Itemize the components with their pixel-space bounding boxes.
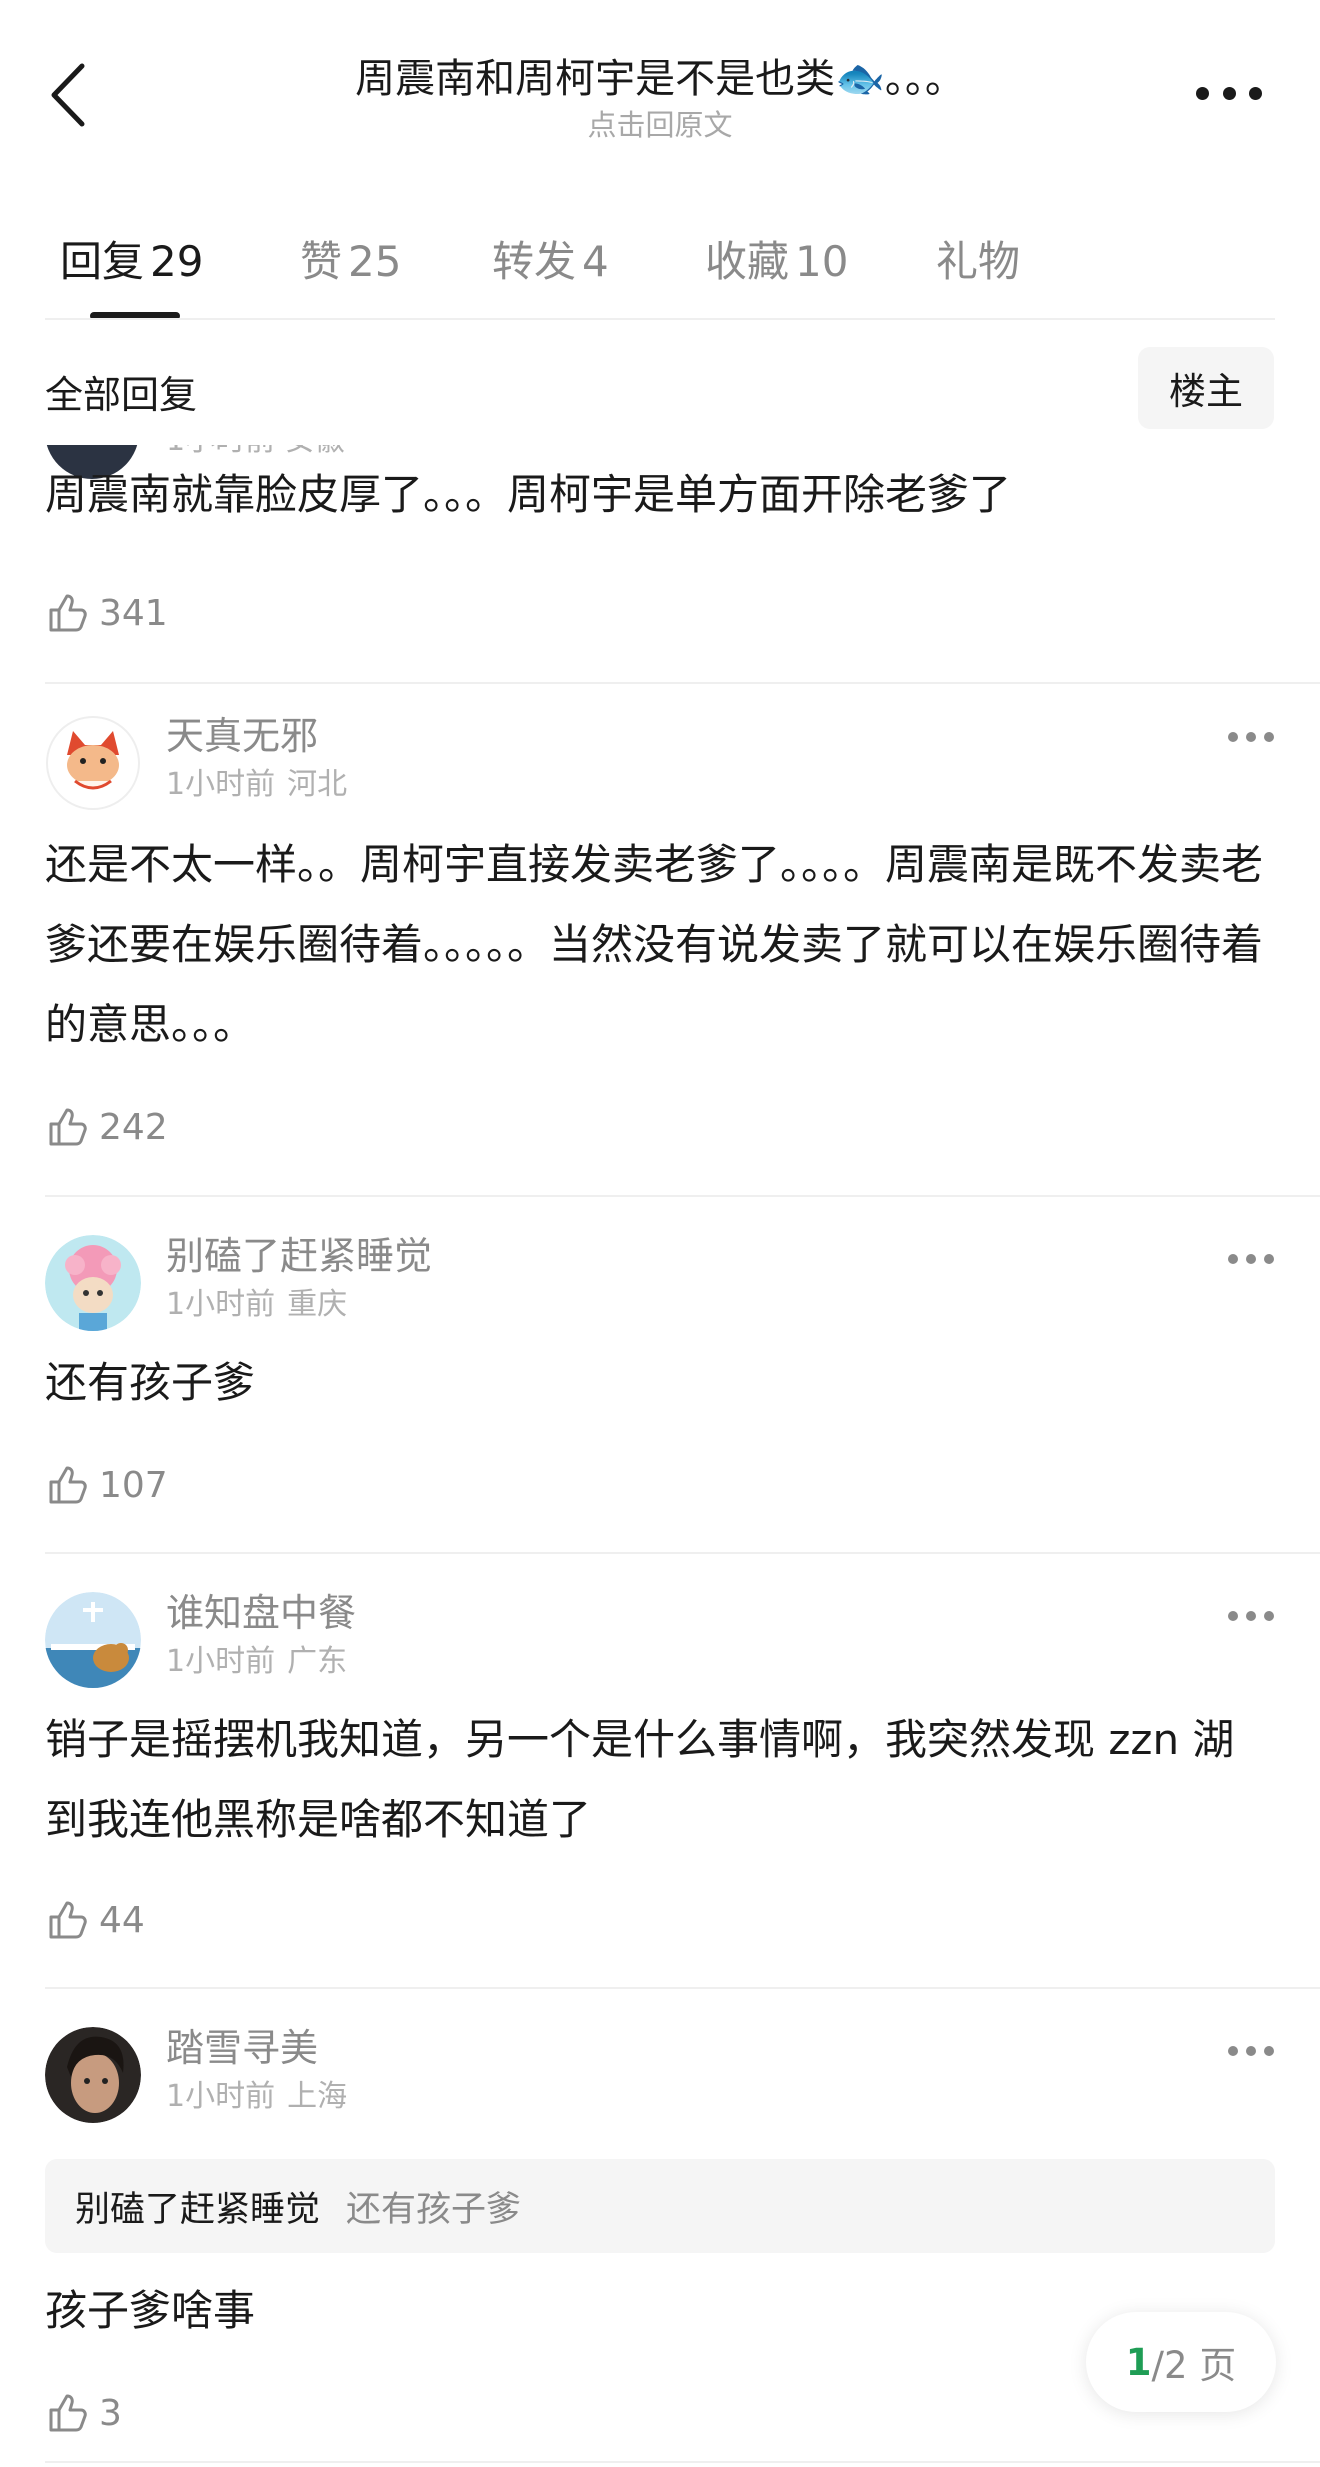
quoted-text: 还有孩子爹 <box>346 2189 522 2230</box>
username[interactable]: 踏雪寻美 <box>166 2017 318 2072</box>
like-count: 242 <box>99 1106 168 1148</box>
comment-more-icon[interactable] <box>1228 1249 1274 1269</box>
divider <box>45 1195 1320 1197</box>
avatar[interactable] <box>45 2027 141 2123</box>
thumbs-up-icon <box>49 1108 87 1146</box>
current-page: 1 <box>1125 2340 1152 2384</box>
like-count: 107 <box>99 1464 168 1506</box>
back-to-original-link[interactable]: 点击回原文 <box>0 102 1320 144</box>
comment-more-icon[interactable] <box>1228 2041 1274 2061</box>
username[interactable]: 天真无邪 <box>166 705 318 760</box>
tab-favorites[interactable]: 收藏 10 <box>705 228 848 289</box>
comment-meta: 1小时前 河北 <box>166 759 347 803</box>
page-total: /2 页 <box>1151 2344 1237 2387</box>
like-button[interactable]: 107 <box>45 1457 168 1513</box>
comment-location: 河北 <box>287 767 348 802</box>
tab-replies-count: 29 <box>150 237 204 286</box>
divider <box>45 1987 1320 1989</box>
thumbs-up-icon <box>49 1901 87 1939</box>
comment-time: 1小时前 <box>166 1644 276 1679</box>
more-options-icon[interactable] <box>1196 78 1262 108</box>
tab-gifts[interactable]: 礼物 <box>936 228 1020 289</box>
tab-replies-label: 回复 <box>60 237 145 286</box>
comment-location: 上海 <box>287 2079 348 2114</box>
like-count: 3 <box>99 2392 122 2434</box>
like-button[interactable]: 341 <box>45 585 168 641</box>
divider <box>45 1552 1320 1554</box>
comment-text: 还有孩子爹 <box>45 1358 256 1407</box>
like-button[interactable]: 242 <box>45 1099 168 1155</box>
filter-all-replies[interactable]: 全部回复 <box>45 364 197 419</box>
username[interactable]: 别磕了赶紧睡觉 <box>166 1225 432 1280</box>
like-button[interactable]: 3 <box>45 2385 122 2441</box>
tab-replies[interactable]: 回复 29 <box>60 228 203 289</box>
top-bar: 周震南和周柯宇是不是也类🐟。。。 点击回原文 <box>0 0 1320 180</box>
tab-likes-label: 赞 <box>300 237 343 286</box>
tab-gifts-label: 礼物 <box>936 237 1021 286</box>
comment-text: 销子是摇摆机我知道，另一个是什么事情啊，我突然发现 zzn 湖到我连他黑称是啥都… <box>45 1715 1235 1844</box>
divider <box>45 2461 1320 2463</box>
comment-more-icon[interactable] <box>1228 1606 1274 1626</box>
divider <box>45 682 1320 684</box>
comment-meta: 1小时前 上海 <box>166 2071 347 2115</box>
op-only-button[interactable]: 楼主 <box>1138 347 1274 429</box>
like-button[interactable]: 44 <box>45 1892 145 1948</box>
comment-location: 重庆 <box>287 1287 348 1322</box>
tab-favorites-count: 10 <box>795 237 849 286</box>
comment-time: 1小时前 <box>166 2079 276 2114</box>
comment-text: 周震南就靠脸皮厚了。。。周柯宇是单方面开除老爹了 <box>45 470 1012 519</box>
tab-reposts-count: 4 <box>582 237 609 286</box>
avatar[interactable] <box>45 1235 141 1331</box>
thumbs-up-icon <box>49 594 87 632</box>
thumbs-up-icon <box>49 2394 87 2432</box>
tab-likes-count: 25 <box>348 237 402 286</box>
tab-bar: 回复 29 赞 25 转发 4 收藏 10 礼物 <box>0 220 1320 320</box>
tab-favorites-label: 收藏 <box>705 237 790 286</box>
thumbs-up-icon <box>49 1466 87 1504</box>
comment-time: 1小时前 <box>166 767 276 802</box>
tab-reposts[interactable]: 转发 4 <box>492 228 609 289</box>
like-count: 341 <box>99 592 168 634</box>
username[interactable]: 谁知盘中餐 <box>166 1582 356 1637</box>
post-title: 周震南和周柯宇是不是也类🐟。。。 <box>355 56 965 102</box>
comment-location: 广东 <box>287 1644 348 1679</box>
reply-list[interactable]: 1小时前 安徽 周震南就靠脸皮厚了。。。周柯宇是单方面开除老爹了 341 天真无… <box>0 445 1320 2467</box>
quoted-username: 别磕了赶紧睡觉 <box>75 2189 321 2230</box>
quoted-reply[interactable]: 别磕了赶紧睡觉 还有孩子爹 <box>45 2159 1275 2253</box>
avatar[interactable] <box>45 1592 141 1688</box>
avatar[interactable] <box>45 715 141 811</box>
like-count: 44 <box>99 1899 145 1941</box>
tab-likes[interactable]: 赞 25 <box>300 228 401 289</box>
comment-meta: 1小时前 广东 <box>166 1636 347 1680</box>
comment-text: 还是不太一样。。周柯宇直接发卖老爹了。。。。周震南是既不发卖老爹还要在娱乐圈待着… <box>45 840 1264 1049</box>
comment-meta: 1小时前 重庆 <box>166 1279 347 1323</box>
comment-more-icon[interactable] <box>1228 727 1274 747</box>
tabs-divider <box>45 318 1275 320</box>
tab-reposts-label: 转发 <box>492 237 577 286</box>
comment-time: 1小时前 <box>166 1287 276 1322</box>
page-indicator[interactable]: 1/2 页 <box>1086 2312 1276 2412</box>
